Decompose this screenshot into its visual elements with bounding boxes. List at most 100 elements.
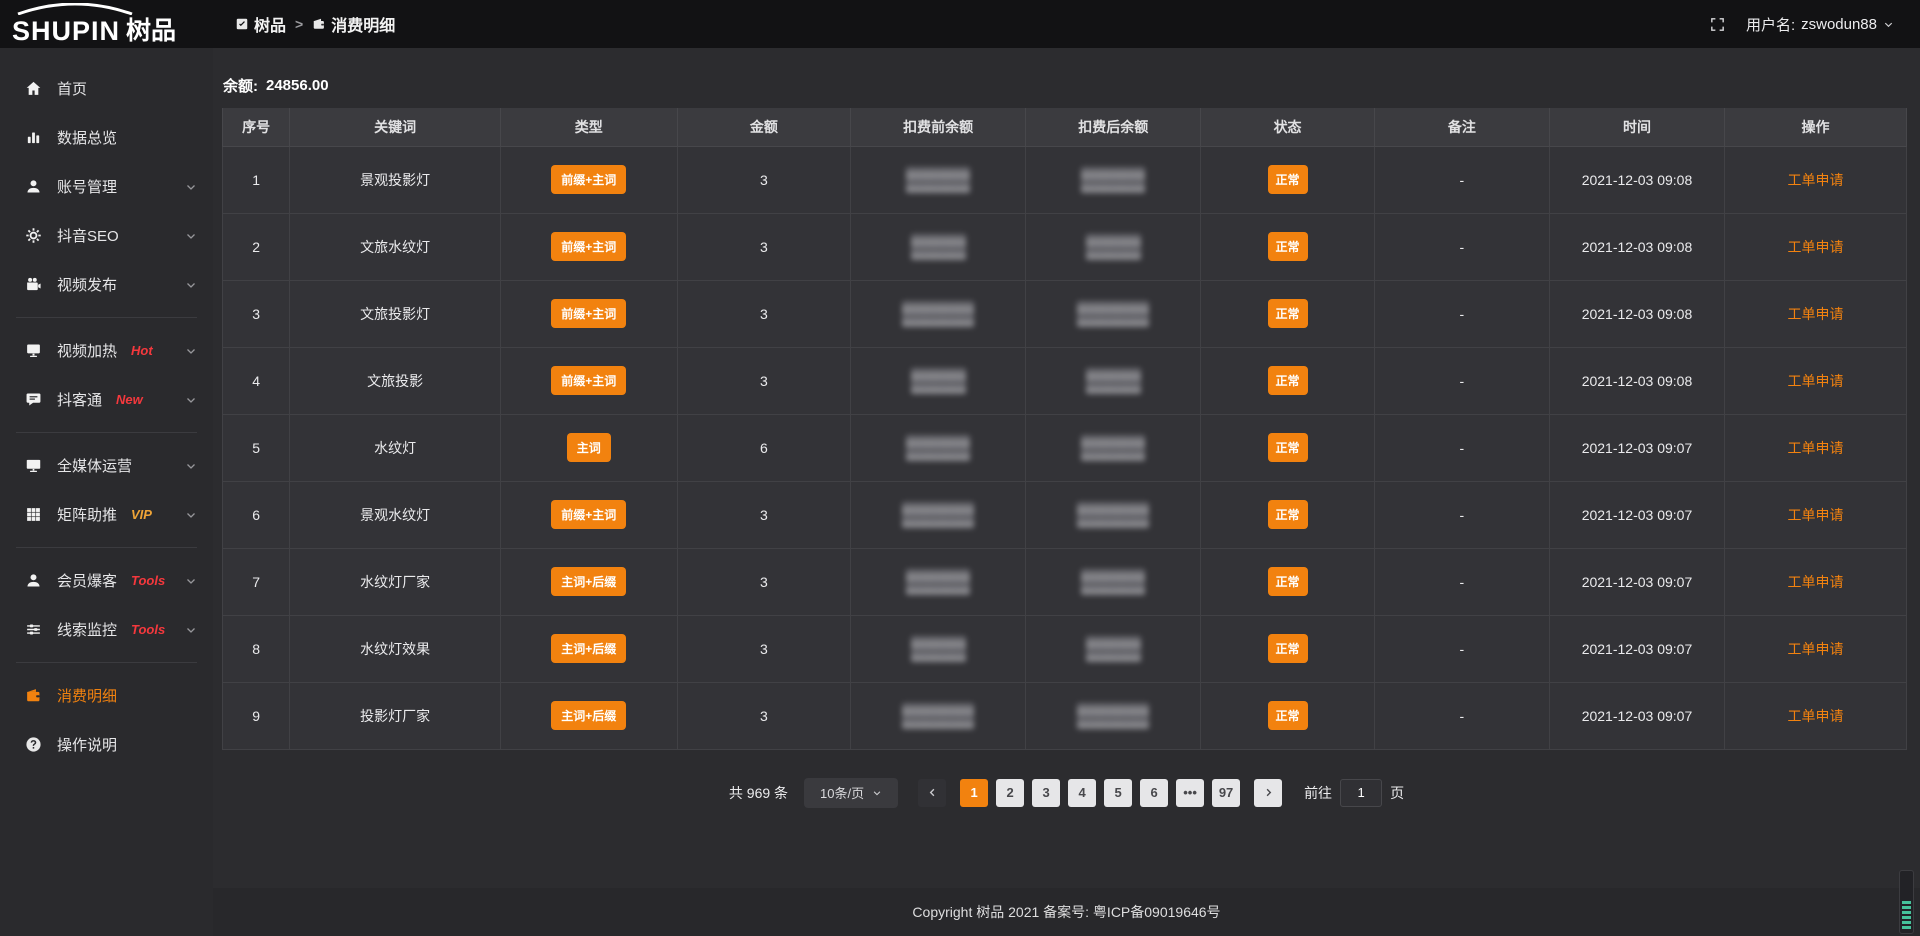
cell-amount: 3 [677,347,850,414]
cell-time: 2021-12-03 09:08 [1549,146,1724,213]
sidebar-item-help[interactable]: 操作说明 [0,720,213,769]
ticket-request-link[interactable]: 工单申请 [1788,440,1844,456]
cell-keyword: 文旅投影灯 [290,280,500,347]
cell-index: 7 [223,548,290,615]
logo-text-en: SHUPIN [12,16,120,47]
column-header: 序号 [223,108,290,146]
breadcrumb-item[interactable]: 树品 [235,12,286,36]
sidebar-item-clue-monitor[interactable]: 线索监控Tools [0,605,213,654]
ticket-request-link[interactable]: 工单申请 [1788,239,1844,255]
cell-status: 正常 [1201,213,1374,280]
status-badge: 正常 [1268,701,1308,730]
video-camera-icon [24,276,42,294]
cell-time: 2021-12-03 09:07 [1549,548,1724,615]
sidebar-item-media-operation[interactable]: 全媒体运营 [0,441,213,490]
sidebar-item-consumption-detail[interactable]: 消费明细 [0,671,213,720]
sidebar-item-video-publish[interactable]: 视频发布 [0,260,213,309]
prev-page-button[interactable] [918,779,946,807]
redacted-pre-balance [902,301,974,327]
next-page-button[interactable] [1254,779,1282,807]
cell-amount: 3 [677,213,850,280]
page-button-97[interactable]: 97 [1212,779,1240,807]
page-ellipsis-button[interactable]: ••• [1176,779,1204,807]
cell-amount: 3 [677,548,850,615]
sidebar-item-home[interactable]: 首页 [0,64,213,113]
bar-chart-icon [24,129,42,147]
page-button-5[interactable]: 5 [1104,779,1132,807]
cell-note: - [1374,280,1549,347]
cell-type: 前缀+主词 [500,213,677,280]
goto-page-input[interactable] [1340,779,1382,807]
logo-text-cn: 树品 [126,11,176,47]
ticket-request-link[interactable]: 工单申请 [1788,306,1844,322]
status-badge: 正常 [1268,232,1308,261]
sidebar-item-douyin-seo[interactable]: 抖音SEO [0,211,213,260]
redacted-post-balance [1077,502,1149,528]
cell-pre-balance [851,347,1026,414]
page-button-4[interactable]: 4 [1068,779,1096,807]
sidebar-item-douketong[interactable]: 抖客通New [0,375,213,424]
copyright-text: Copyright 树品 2021 备案号: 粤ICP备09019646号 [912,902,1220,922]
column-header: 金额 [677,108,850,146]
sidebar-item-member-bloom[interactable]: 会员爆客 Tools [0,556,213,605]
cell-post-balance [1026,615,1201,682]
ticket-request-link[interactable]: 工单申请 [1788,373,1844,389]
cell-pre-balance [851,548,1026,615]
sidebar-item-account-manage[interactable]: 账号管理 [0,162,213,211]
ticket-request-link[interactable]: 工单申请 [1788,708,1844,724]
sidebar-item-label: 视频加热 [57,340,117,361]
cell-type: 前缀+主词 [500,280,677,347]
sidebar-item-data-overview[interactable]: 数据总览 [0,113,213,162]
sidebar-item-label: 线索监控 [57,619,117,640]
cell-time: 2021-12-03 09:08 [1549,213,1724,280]
ticket-request-link[interactable]: 工单申请 [1788,574,1844,590]
user-menu[interactable]: 用户名: zswodun88 [1746,14,1894,35]
page-button-6[interactable]: 6 [1140,779,1168,807]
sidebar-item-label: 会员爆客 [57,570,117,591]
sidebar-divider [16,432,197,433]
cell-time: 2021-12-03 09:07 [1549,682,1724,749]
type-badge: 前缀+主词 [551,500,626,529]
page-button-2[interactable]: 2 [996,779,1024,807]
status-badge: 正常 [1268,500,1308,529]
redacted-post-balance [1077,301,1149,327]
page-button-1[interactable]: 1 [960,779,988,807]
table-row: 6景观水纹灯前缀+主词3正常-2021-12-03 09:07工单申请 [223,481,1907,548]
page-size-select[interactable]: 10条/页 [804,778,898,808]
table-row: 4文旅投影前缀+主词3正常-2021-12-03 09:08工单申请 [223,347,1907,414]
breadcrumb-item[interactable]: 消费明细 [312,12,395,36]
topbar: SHUPIN 树品 树品>消费明细 用户名: zswodun88 [0,0,1920,48]
cell-action: 工单申请 [1725,481,1907,548]
sidebar-item-tag: Tools [131,573,165,588]
floating-widget[interactable] [1899,870,1914,934]
sidebar-item-matrix-boost[interactable]: 矩阵助推VIP [0,490,213,539]
member-icon [24,572,42,590]
total-count: 共 969 条 [729,783,788,803]
sliders-icon [24,621,42,639]
home-icon [24,80,42,98]
sidebar-item-tag: Hot [131,343,153,358]
cell-status: 正常 [1201,146,1374,213]
cell-pre-balance [851,213,1026,280]
fullscreen-icon[interactable] [1709,16,1726,33]
cell-note: - [1374,347,1549,414]
cell-amount: 6 [677,414,850,481]
sidebar-divider [16,547,197,548]
redacted-pre-balance [906,569,970,595]
cell-post-balance [1026,347,1201,414]
redacted-post-balance [1086,368,1141,394]
ticket-request-link[interactable]: 工单申请 [1788,641,1844,657]
cell-pre-balance [851,682,1026,749]
ticket-request-link[interactable]: 工单申请 [1788,507,1844,523]
sidebar-item-label: 数据总览 [57,127,117,148]
page-button-3[interactable]: 3 [1032,779,1060,807]
cell-time: 2021-12-03 09:07 [1549,615,1724,682]
cell-post-balance [1026,213,1201,280]
cell-pre-balance [851,481,1026,548]
ticket-request-link[interactable]: 工单申请 [1788,172,1844,188]
redacted-pre-balance [906,435,970,461]
cell-keyword: 水纹灯 [290,414,500,481]
redacted-post-balance [1081,435,1145,461]
cell-status: 正常 [1201,481,1374,548]
sidebar-item-video-heat[interactable]: 视频加热 Hot [0,326,213,375]
